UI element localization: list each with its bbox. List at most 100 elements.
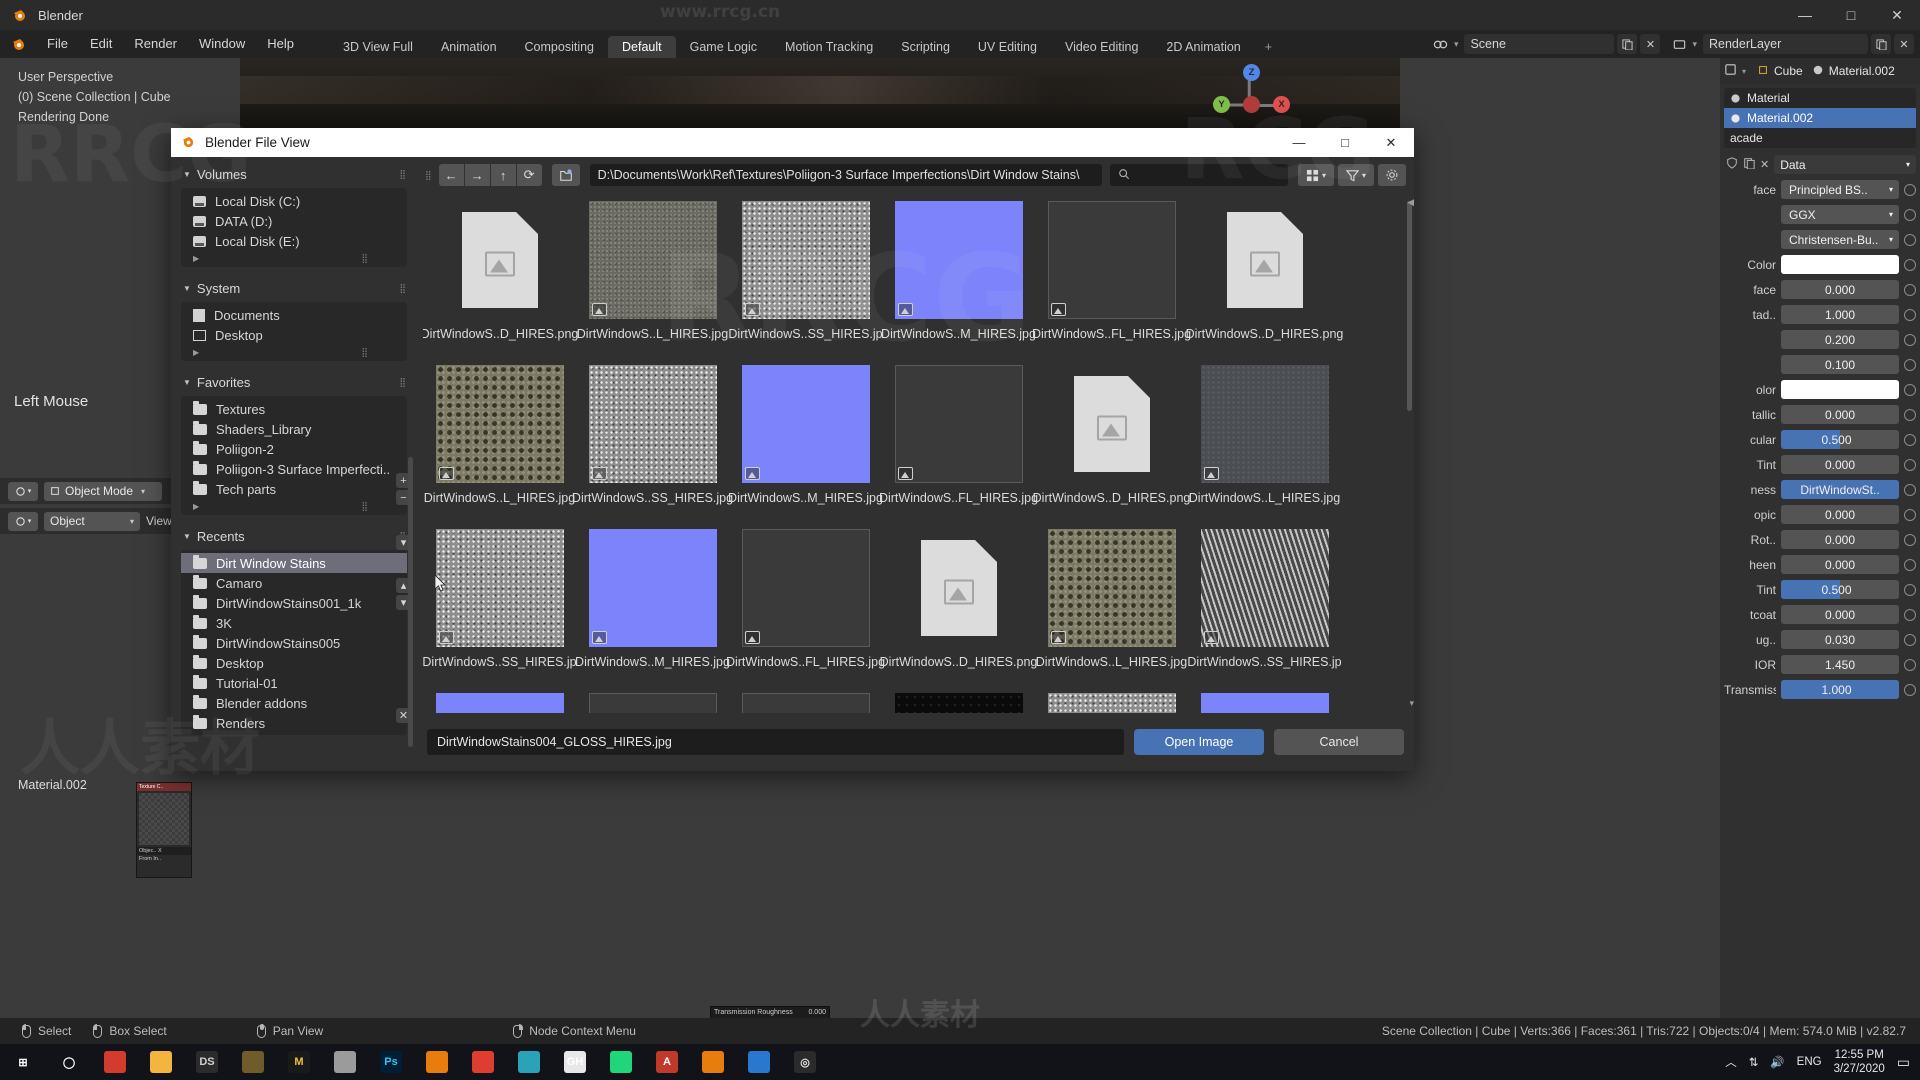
sidebar-item[interactable]: Poliigon-3 Surface Imperfecti.. xyxy=(181,459,407,479)
photoshop-icon[interactable]: Ps xyxy=(368,1044,414,1080)
app-icon-red[interactable] xyxy=(92,1044,138,1080)
property-link-dot[interactable] xyxy=(1904,283,1916,296)
section-grip[interactable]: ⣿ xyxy=(399,169,406,180)
tab-2d-animation[interactable]: 2D Animation xyxy=(1152,36,1254,58)
sidebar-item[interactable]: DirtWindowStains005 xyxy=(181,633,407,653)
file-grid-scrollbar[interactable] xyxy=(1407,201,1412,411)
node-texture-coordinate[interactable]: Texture C.. Objec.. X From In.. xyxy=(136,782,192,878)
dialog-close-button[interactable]: ✕ xyxy=(1368,128,1414,157)
property-row[interactable]: IOR 1.450 xyxy=(1720,652,1920,677)
menu-edit[interactable]: Edit xyxy=(79,30,123,58)
grid-collapse-arrow-icon[interactable]: ◀ xyxy=(1407,197,1414,208)
property-number[interactable]: 0.200 xyxy=(1781,330,1899,349)
sidebar-item[interactable]: Tutorial-01 xyxy=(181,673,407,693)
section-header-volumes[interactable]: ▼ Volumes ⣿ xyxy=(179,163,417,186)
property-number[interactable]: 0.000 xyxy=(1781,405,1899,424)
file-item[interactable] xyxy=(576,685,729,713)
data-dropdown[interactable]: Data ▾ xyxy=(1774,155,1916,174)
x-icon[interactable]: ✕ xyxy=(1760,158,1769,171)
property-link-dot[interactable] xyxy=(1904,408,1916,421)
file-item[interactable] xyxy=(729,685,882,713)
sidebar-item[interactable]: Poliigon-2 xyxy=(181,439,407,459)
app-icon-obs[interactable]: ◎ xyxy=(782,1044,828,1080)
file-item[interactable]: DirtWindowS..D_HIRES.png xyxy=(1033,357,1190,521)
property-link-dot[interactable] xyxy=(1904,683,1916,696)
mode-dropdown[interactable]: Object Mode ▾ xyxy=(44,481,162,501)
file-item[interactable]: DirtWindowS..L_HIRES.jpg xyxy=(1188,357,1341,521)
scene-chevron-icon[interactable]: ▾ xyxy=(1454,39,1459,50)
file-item[interactable]: DirtWindowS..D_HIRES.png xyxy=(423,193,578,357)
material-slot-list[interactable]: Material Material.002 acade xyxy=(1724,88,1916,148)
sidebar-item[interactable]: Documents xyxy=(181,305,407,325)
property-row[interactable]: 0.100 xyxy=(1720,352,1920,377)
grid-expand-arrow-icon[interactable]: ▾ xyxy=(1409,698,1414,709)
tab-scripting[interactable]: Scripting xyxy=(887,36,964,58)
property-number[interactable]: 0.000 xyxy=(1781,455,1899,474)
app-icon-gh[interactable]: GH xyxy=(552,1044,598,1080)
resize-grip[interactable]: ⣿ xyxy=(361,501,368,512)
menu-render[interactable]: Render xyxy=(123,30,188,58)
maximize-button[interactable]: □ xyxy=(1828,0,1874,30)
view-menu-label[interactable]: View xyxy=(146,514,172,528)
sidebar-item[interactable]: Renders xyxy=(181,713,407,733)
blender-icon-2[interactable] xyxy=(690,1044,736,1080)
gizmo-axis-y[interactable]: Y xyxy=(1213,96,1230,113)
file-item[interactable]: DirtWindowS..FL_HIRES.jpg xyxy=(726,521,885,685)
expand-triangle-icon[interactable]: ▶ xyxy=(193,348,199,357)
file-browser-dialog[interactable]: Blender File View — □ ✕ ▼ Volumes ⣿ Local D… xyxy=(171,128,1414,771)
app-icon-blue[interactable] xyxy=(736,1044,782,1080)
tab-motion-tracking[interactable]: Motion Tracking xyxy=(771,36,887,58)
refresh-icon[interactable]: ⟳ xyxy=(516,164,542,186)
property-link-dot[interactable] xyxy=(1904,183,1916,196)
file-item[interactable]: DirtWindowS..SS_HIRES.jpg xyxy=(572,357,733,521)
property-row[interactable]: heen 0.000 xyxy=(1720,552,1920,577)
resize-grip[interactable]: ⣿ xyxy=(361,253,368,264)
property-link-dot[interactable] xyxy=(1904,333,1916,346)
expand-triangle-icon[interactable]: ▶ xyxy=(193,502,199,511)
file-item[interactable]: DirtWindowS..D_HIRES.png xyxy=(1186,193,1343,357)
file-item[interactable]: DirtWindowS..L_HIRES.jpg xyxy=(1035,521,1188,685)
property-link-dot[interactable] xyxy=(1904,508,1916,521)
property-row[interactable]: cular 0.500 xyxy=(1720,427,1920,452)
app-icon-gold[interactable] xyxy=(230,1044,276,1080)
start-icon[interactable]: ⊞ xyxy=(0,1044,46,1080)
expand-triangle-icon[interactable]: ▶ xyxy=(193,254,199,263)
property-link-dot[interactable] xyxy=(1904,308,1916,321)
property-link-dot[interactable] xyxy=(1904,633,1916,646)
property-row[interactable]: ness DirtWindowSt.. xyxy=(1720,477,1920,502)
dialog-maximize-button[interactable]: □ xyxy=(1322,128,1368,157)
file-item[interactable] xyxy=(882,685,1035,713)
menu-help[interactable]: Help xyxy=(256,30,305,58)
copy-icon[interactable] xyxy=(1743,157,1755,172)
node-row[interactable]: Transmission Roughness 0.000 xyxy=(711,1008,829,1018)
file-item[interactable]: DirtWindowS..M_HIRES.jpg xyxy=(575,521,730,685)
sidebar-item[interactable]: DirtWindowStains001_1k xyxy=(181,593,407,613)
property-link-dot[interactable] xyxy=(1904,458,1916,471)
sidebar-item[interactable]: Local Disk (E:) xyxy=(181,231,407,251)
tab-default[interactable]: Default xyxy=(608,36,676,58)
blender-menu-icon[interactable] xyxy=(8,33,30,55)
property-link-dot[interactable] xyxy=(1904,558,1916,571)
property-row[interactable]: Tint 0.000 xyxy=(1720,452,1920,477)
blender-icon[interactable] xyxy=(414,1044,460,1080)
property-dropdown[interactable]: Christensen-Bu.. ▾ xyxy=(1781,230,1899,249)
property-row[interactable]: Transmission 1.000 xyxy=(1720,677,1920,702)
property-row[interactable]: 0.200 xyxy=(1720,327,1920,352)
new-folder-icon[interactable] xyxy=(551,164,580,186)
resize-grip[interactable]: ⣿ xyxy=(361,347,368,358)
property-link-dot[interactable] xyxy=(1904,358,1916,371)
section-grip[interactable]: ⣿ xyxy=(399,283,406,294)
cancel-button[interactable]: Cancel xyxy=(1274,729,1404,755)
filename-input[interactable]: DirtWindowStains004_GLOSS_HIRES.jpg xyxy=(427,729,1124,755)
tab-uv-editing[interactable]: UV Editing xyxy=(964,36,1051,58)
property-row[interactable]: Tint 0.500 xyxy=(1720,577,1920,602)
chrome-icon[interactable] xyxy=(460,1044,506,1080)
gizmo-center[interactable] xyxy=(1243,96,1260,113)
property-row[interactable]: face Principled BS.. ▾ xyxy=(1720,177,1920,202)
property-row[interactable]: ug.. 0.030 xyxy=(1720,627,1920,652)
sidebar-item[interactable]: 3K xyxy=(181,613,407,633)
file-item[interactable]: DirtWindowS..M_HIRES.jpg xyxy=(881,193,1036,357)
breadcrumb-object[interactable]: Cube xyxy=(1774,64,1803,78)
tab-video-editing[interactable]: Video Editing xyxy=(1051,36,1152,58)
property-link-dot[interactable] xyxy=(1904,583,1916,596)
